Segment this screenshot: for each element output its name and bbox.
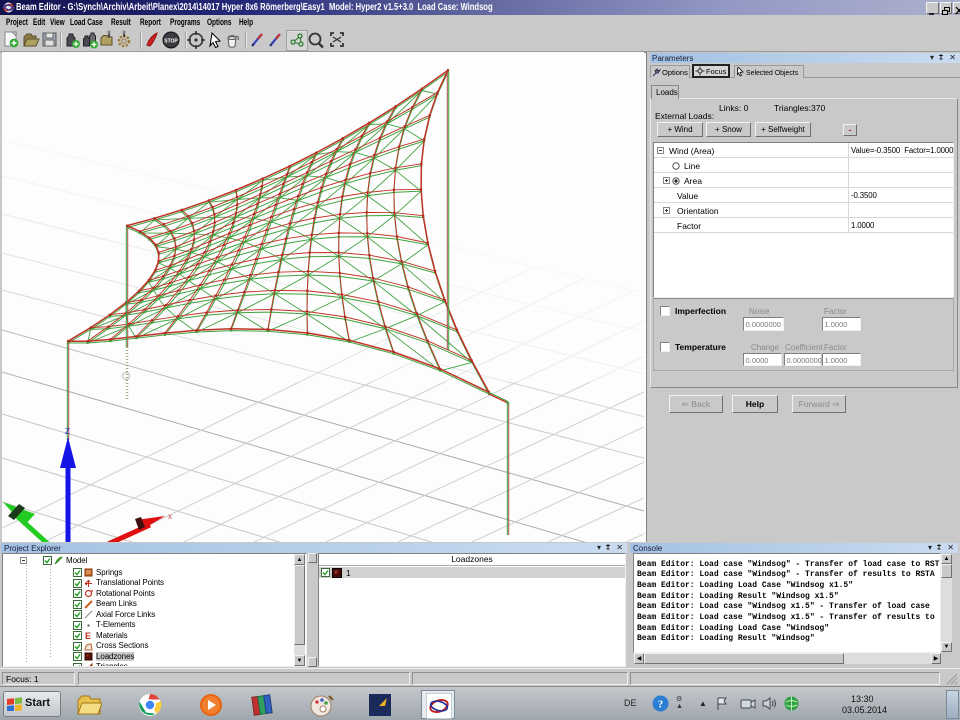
svg-text:?: ? [658, 699, 664, 711]
svg-text:Z: Z [65, 427, 70, 436]
svg-text:E: E [85, 631, 91, 640]
svg-text:x: x [168, 512, 172, 521]
svg-text:STOP: STOP [164, 39, 178, 45]
